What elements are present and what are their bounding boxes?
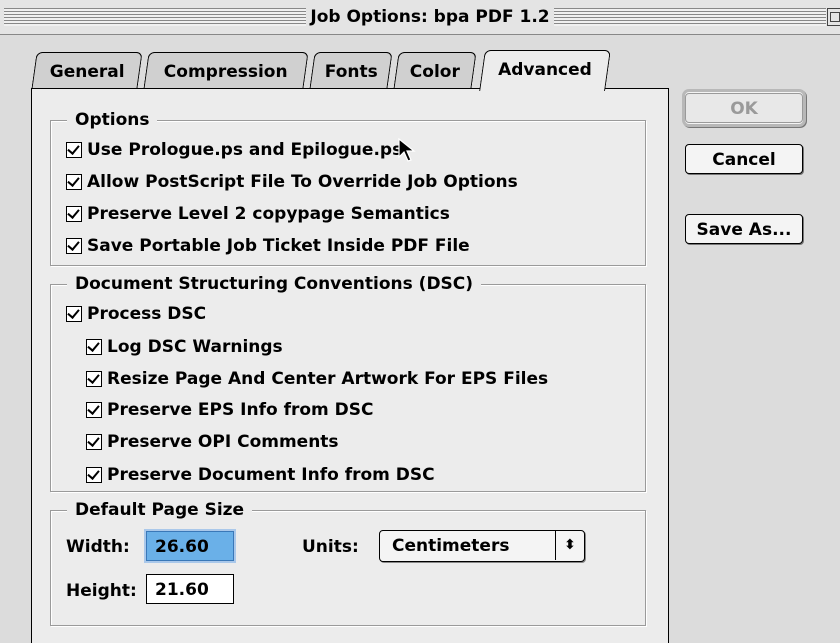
resize-page-checkbox[interactable]: Resize Page And Center Artwork For EPS F… [86,369,548,389]
checkbox-checked-icon[interactable] [86,434,102,450]
checkbox-checked-icon[interactable] [86,339,102,355]
options-group-title: Options [67,109,158,131]
checkbox-checked-icon[interactable] [66,174,82,190]
process-dsc-checkbox[interactable]: Process DSC [66,304,206,324]
title-bar-stripes [4,8,306,26]
preserve-opi-checkbox[interactable]: Preserve OPI Comments [86,432,339,452]
preserve-eps-info-checkbox[interactable]: Preserve EPS Info from DSC [86,400,374,420]
checkbox-checked-icon[interactable] [66,142,82,158]
units-select[interactable]: Centimeters ⬍ [379,530,585,562]
use-prologue-checkbox[interactable]: Use Prologue.ps and Epilogue.ps [66,140,402,160]
log-dsc-warnings-checkbox[interactable]: Log DSC Warnings [86,337,283,357]
tab-advanced[interactable]: Advanced [479,50,611,91]
preserve-copypage-checkbox[interactable]: Preserve Level 2 copypage Semantics [66,204,450,224]
width-field[interactable]: 26.60 [146,531,234,561]
save-as-button[interactable]: Save As... [685,214,803,244]
units-label: Units: [302,537,359,557]
tab-color[interactable]: Color [393,52,477,89]
cancel-button[interactable]: Cancel [685,144,803,174]
page-size-group-title: Default Page Size [67,499,253,521]
checkbox-checked-icon[interactable] [86,467,102,483]
title-bar[interactable]: Job Options: bpa PDF 1.2 [0,0,840,35]
tab-general[interactable]: General [31,52,143,89]
height-field[interactable]: 21.60 [146,574,234,604]
checkbox-checked-icon[interactable] [66,306,82,322]
zoom-box-icon[interactable] [827,8,840,26]
preserve-document-info-checkbox[interactable]: Preserve Document Info from DSC [86,465,435,485]
save-job-ticket-checkbox[interactable]: Save Portable Job Ticket Inside PDF File [66,236,470,256]
checkbox-checked-icon[interactable] [66,238,82,254]
width-label: Width: [66,537,130,557]
mouse-cursor-icon [398,138,416,162]
window-title: Job Options: bpa PDF 1.2 [306,4,554,30]
checkbox-checked-icon[interactable] [66,206,82,222]
ok-button[interactable]: OK [685,93,803,123]
checkbox-checked-icon[interactable] [86,402,102,418]
height-label: Height: [66,581,137,601]
tab-compression[interactable]: Compression [143,52,309,89]
units-select-value: Centimeters [392,536,510,556]
allow-override-checkbox[interactable]: Allow PostScript File To Override Job Op… [66,172,518,192]
tab-fonts[interactable]: Fonts [309,52,393,89]
title-bar-stripes [554,8,826,26]
page-size-group: Default Page Size [50,499,646,626]
dsc-group-title: Document Structuring Conventions (DSC) [67,273,482,295]
checkbox-checked-icon[interactable] [86,371,102,387]
up-down-arrows-icon: ⬍ [555,531,584,560]
